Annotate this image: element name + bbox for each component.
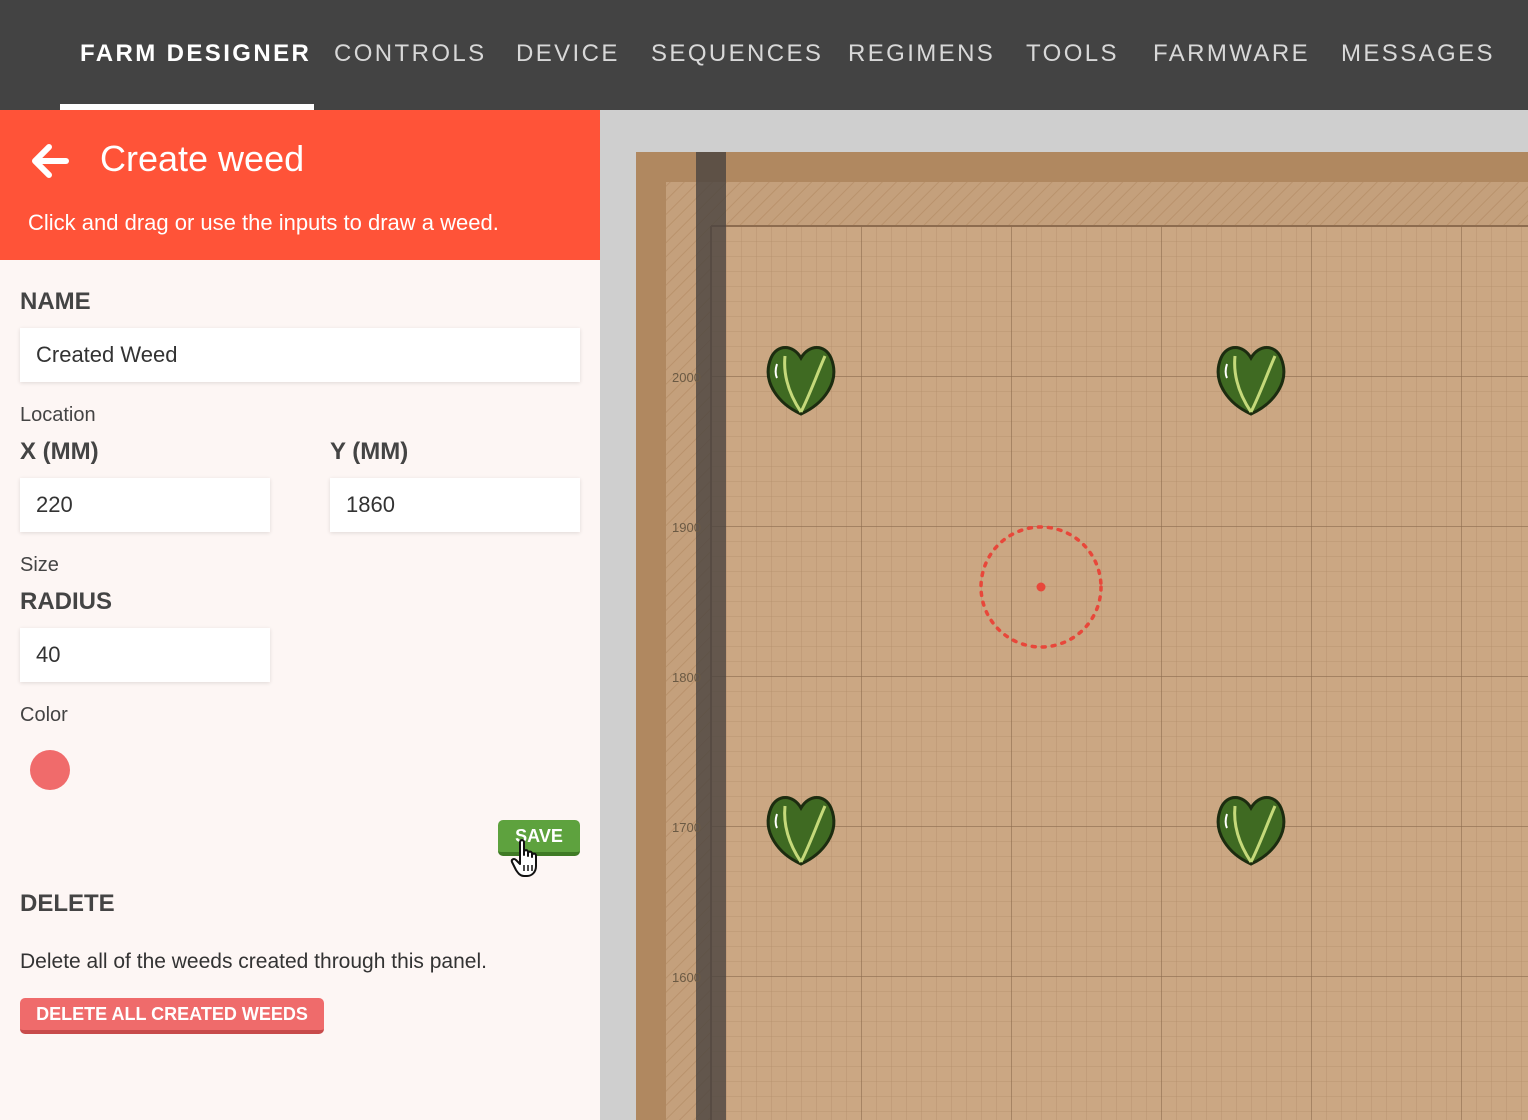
nav-tools[interactable]: TOOLS [1026, 40, 1119, 68]
nav-controls[interactable]: CONTROLS [334, 40, 487, 68]
y-axis-label: 2000 [672, 370, 701, 385]
garden-map-canvas[interactable]: 2000 1900 1800 1700 1600 [600, 110, 1528, 1120]
name-input[interactable] [20, 328, 580, 382]
panel-description: Click and drag or use the inputs to draw… [28, 210, 499, 235]
nav-messages[interactable]: MESSAGES [1341, 40, 1495, 68]
nav-farmware[interactable]: FARMWARE [1153, 40, 1310, 68]
radius-input[interactable] [20, 628, 270, 682]
color-label: Color [20, 704, 68, 726]
x-label: X (MM) [20, 438, 99, 465]
panel-title: Create weed [100, 138, 305, 179]
weed-center-dot [1036, 582, 1046, 592]
panel-header: Create weed Click and drag or use the in… [0, 110, 600, 260]
radius-label: RADIUS [20, 588, 113, 615]
top-navigation: FARM DESIGNER CONTROLS DEVICE SEQUENCES … [0, 0, 1528, 110]
create-weed-panel: Create weed Click and drag or use the in… [0, 110, 600, 1120]
nav-device[interactable]: DEVICE [516, 40, 620, 68]
delete-description: Delete all of the weeds created through … [20, 950, 487, 973]
y-label: Y (MM) [330, 438, 409, 465]
arrow-left-icon[interactable] [32, 144, 70, 178]
y-axis-label: 1700 [672, 820, 701, 835]
save-button[interactable]: SAVE [498, 820, 580, 856]
y-axis-label: 1800 [672, 670, 701, 685]
y-axis-label: 1600 [672, 970, 701, 985]
nav-regimens[interactable]: REGIMENS [848, 40, 995, 68]
delete-heading: DELETE [20, 890, 115, 917]
name-label: NAME [20, 288, 91, 315]
major-grid [711, 226, 1528, 1120]
y-input[interactable] [330, 478, 580, 532]
nav-farm-designer[interactable]: FARM DESIGNER [80, 40, 311, 68]
x-input[interactable] [20, 478, 270, 532]
nav-sequences[interactable]: SEQUENCES [651, 40, 823, 68]
delete-all-weeds-button[interactable]: DELETE ALL CREATED WEEDS [20, 998, 324, 1034]
garden-map[interactable]: 2000 1900 1800 1700 1600 [600, 110, 1528, 1120]
size-label: Size [20, 554, 59, 576]
location-label: Location [20, 404, 96, 426]
color-picker-swatch[interactable] [30, 750, 70, 790]
y-axis-label: 1900 [672, 520, 701, 535]
